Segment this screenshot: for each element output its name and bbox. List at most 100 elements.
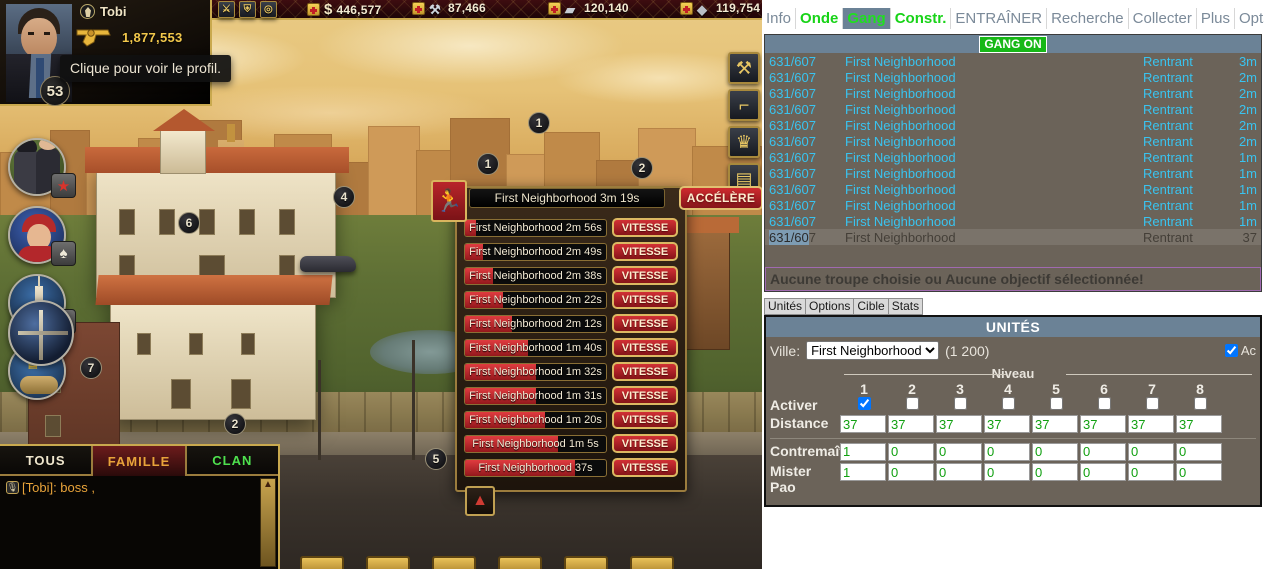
speed-button[interactable]: VITESSE [612,338,678,357]
activer-checkbox[interactable] [1049,397,1063,410]
distance-input[interactable] [936,415,982,433]
unit-count-input[interactable] [936,442,982,461]
unit-count-input[interactable] [1080,463,1126,481]
activer-checkbox[interactable] [1097,397,1111,410]
nav-item-plus[interactable]: Plus [1196,8,1236,29]
chat-scrollbar[interactable] [260,478,276,567]
gang-row[interactable]: 631/607 First Neighborhood Rentrant 2m [765,117,1261,133]
bot-panel[interactable]: Info Onde Gang Constr. ENTRAÎNER Recherche Col… [762,0,1264,569]
build-queue-panel[interactable]: 🏃 First Neighborhood 2m 56s VITESSE First … [431,180,687,516]
chat-tab-tous[interactable]: TOUS [0,446,94,476]
panel-subtabs[interactable]: Unités Options Cible Stats [764,298,1262,315]
speed-button[interactable]: VITESSE [612,386,678,405]
avatar-lady[interactable]: ♠ [8,206,76,266]
unit-count-cell[interactable] [1080,463,1128,495]
gang-row[interactable]: 631/607 First Neighborhood Rentrant 1m [765,165,1261,181]
gang-table[interactable]: 631/607 First Neighborhood Rentrant 3m 631/6… [765,53,1261,245]
distance-input[interactable] [1128,415,1174,433]
add-food-icon[interactable] [412,1,425,15]
map-marker[interactable]: 5 [425,448,447,470]
unit-count-cell[interactable] [1080,442,1128,462]
speed-button[interactable]: VITESSE [612,218,678,237]
right-action-buttons[interactable]: ⚒ ⌐ ♛ ▤ [728,52,760,200]
queue-collapse-button[interactable]: ▲ [465,486,495,516]
revolver-icon[interactable]: ⌐ [728,89,760,121]
ville-select[interactable]: First Neighborhood [806,341,940,360]
bottom-toolbar[interactable] [280,556,762,569]
activer-row[interactable]: Activer [766,397,1260,413]
activer-checkbox[interactable] [1145,397,1159,410]
nav-item-collecter[interactable]: Collecter [1128,8,1197,29]
map-marker[interactable]: 6 [178,212,200,234]
distance-cell[interactable] [984,415,1032,434]
distance-cell[interactable] [1176,415,1224,434]
chat-body[interactable]: 🎙 [Tobi]: boss , [0,476,278,569]
unit-row[interactable]: Contremaître [766,442,1260,462]
distance-cell[interactable] [840,415,888,434]
unit-count-cell[interactable] [1128,442,1176,462]
unit-count-input[interactable] [984,463,1030,481]
nav-item-entra-ner[interactable]: ENTRAÎNER [951,8,1048,29]
chat-panel[interactable]: TOUS FAMILLE CLAN 🎙 [Tobi]: boss , [0,444,280,569]
unit-count-input[interactable] [1176,442,1222,461]
gang-row[interactable]: 631/607 First Neighborhood Rentrant 2m [765,101,1261,117]
nav-item-gang[interactable]: Gang [843,8,891,29]
map-marker[interactable]: 2 [631,157,653,179]
map-marker[interactable]: 1 [528,112,550,134]
unit-count-input[interactable] [1128,463,1174,481]
unit-count-input[interactable] [1032,442,1078,461]
distance-cell[interactable] [936,415,984,434]
subtab-cible[interactable]: Cible [853,298,889,315]
subtab-options[interactable]: Options [805,298,855,315]
gang-row[interactable]: 631/607 First Neighborhood Rentrant 2m [765,85,1261,101]
speed-button[interactable]: VITESSE [612,362,678,381]
unit-count-input[interactable] [1176,463,1222,481]
queue-item[interactable]: First Neighborhood 2m 12s VITESSE [464,314,678,333]
gang-row[interactable]: 631/607 First Neighborhood Rentrant 1m [765,197,1261,213]
speed-button[interactable]: VITESSE [612,266,678,285]
chat-tab-clan[interactable]: CLAN [186,446,278,476]
gang-row[interactable]: 631/607 First Neighborhood Rentrant 3m [765,53,1261,69]
gang-row[interactable]: 631/607 First Neighborhood Rentrant 1m [765,181,1261,197]
chat-tab-famille[interactable]: FAMILLE [93,446,187,476]
map-marker[interactable]: 2 [224,413,246,435]
crown-icon[interactable]: ♛ [728,126,760,158]
unit-count-input[interactable] [1080,442,1126,461]
speed-button[interactable]: VITESSE [612,434,678,453]
unit-count-cell[interactable] [1032,463,1080,495]
panel-nav[interactable]: Info Onde Gang Constr. ENTRAÎNER Recherche Col… [762,8,1264,30]
nav-item-opts[interactable]: Opts [1235,8,1264,29]
resource-steel[interactable]: ▰ 120,140 [548,1,629,17]
unit-count-cell[interactable] [1176,442,1224,462]
unit-count-input[interactable] [1032,463,1078,481]
activer-checkbox[interactable] [1001,397,1015,410]
unit-count-input[interactable] [840,463,886,481]
activer-checkbox[interactable] [857,397,871,410]
queue-item[interactable]: First Neighborhood 1m 20s VITESSE [464,410,678,429]
toolbar-button-2[interactable] [366,556,410,569]
queue-item[interactable]: First Neighborhood 2m 22s VITESSE [464,290,678,309]
toolbar-button-1[interactable] [300,556,344,569]
avatar-rail[interactable]: ★ ♠ 🏙 ♛ [8,138,76,410]
gang-row[interactable]: 631/607 First Neighborhood Rentrant 2m [765,69,1261,85]
resource-food[interactable]: ⚒ 87,466 [412,1,486,17]
unit-count-cell[interactable] [936,463,984,495]
gang-row[interactable]: 631/607 First Neighborhood Rentrant 1m [765,149,1261,165]
unit-count-cell[interactable] [1176,463,1224,495]
distance-input[interactable] [1080,415,1126,433]
distance-cell[interactable] [888,415,936,434]
accelerate-button[interactable]: ACCÉLÈRE [679,186,762,210]
gang-row[interactable]: 631/607 First Neighborhood Rentrant 2m [765,133,1261,149]
avatar-gangsters[interactable]: ★ [8,138,76,198]
unit-row[interactable]: Mister Pao [766,463,1260,495]
spade-badge-icon[interactable]: ♠ [51,241,76,266]
activer-checkbox[interactable] [953,397,967,410]
queue-item[interactable]: First Neighborhood 1m 5s VITESSE [464,434,678,453]
activer-cell[interactable] [936,397,984,413]
unit-count-input[interactable] [888,463,934,481]
queue-item[interactable]: First Neighborhood 37s VITESSE [464,458,678,477]
add-ore-icon[interactable] [680,1,693,15]
gang-row[interactable]: 631/607 First Neighborhood Rentrant 1m [765,213,1261,229]
activer-cell[interactable] [888,397,936,413]
activer-cell[interactable] [1176,397,1224,413]
